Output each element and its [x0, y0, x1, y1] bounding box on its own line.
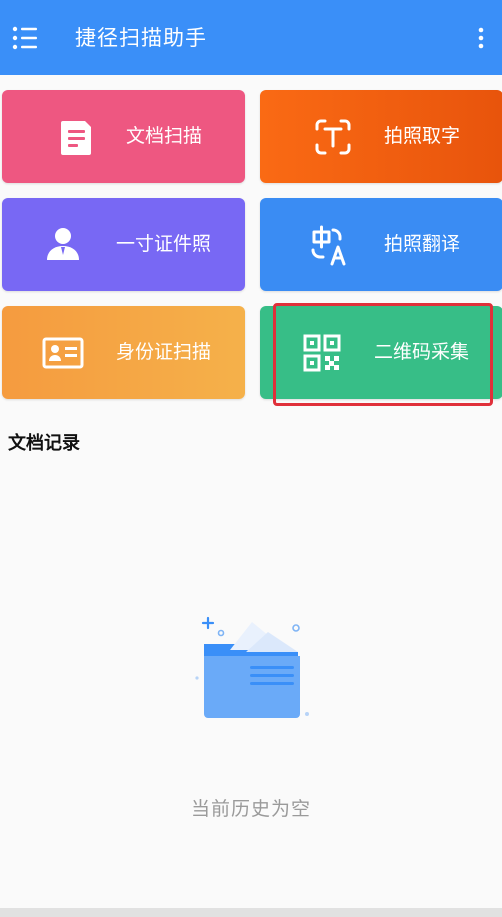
tile-label: 二维码采集 — [374, 341, 470, 363]
tile-label: 身份证扫描 — [116, 341, 212, 363]
id-card-icon — [42, 337, 84, 369]
translate-icon — [311, 225, 346, 266]
tile-label: 一寸证件照 — [116, 233, 212, 255]
qr-code-icon — [303, 334, 341, 372]
id-photo-person-icon — [47, 228, 79, 260]
tile-id-card-scan[interactable]: 身份证扫描 — [2, 306, 245, 399]
section-title-records: 文档记录 — [8, 433, 80, 454]
tile-label: 拍照翻译 — [384, 233, 461, 255]
tile-label: 文档扫描 — [126, 125, 203, 147]
text-recognition-icon — [315, 119, 351, 155]
tile-qr-capture[interactable]: 二维码采集 — [260, 306, 502, 399]
tile-label: 拍照取字 — [384, 125, 461, 147]
document-icon — [61, 121, 91, 155]
more-vertical-icon[interactable] — [474, 26, 488, 50]
app-bar: 捷径扫描助手 — [0, 0, 502, 75]
app-title: 捷径扫描助手 — [75, 26, 207, 50]
bottom-divider — [0, 908, 502, 917]
tile-photo-translate[interactable]: 拍照翻译 — [260, 198, 502, 291]
empty-folder-icon — [195, 616, 309, 718]
menu-list-icon[interactable] — [12, 26, 38, 50]
tile-photo-ocr[interactable]: 拍照取字 — [260, 90, 502, 183]
tile-document-scan[interactable]: 文档扫描 — [2, 90, 245, 183]
empty-state-text: 当前历史为空 — [190, 798, 311, 820]
tile-id-photo[interactable]: 一寸证件照 — [2, 198, 245, 291]
